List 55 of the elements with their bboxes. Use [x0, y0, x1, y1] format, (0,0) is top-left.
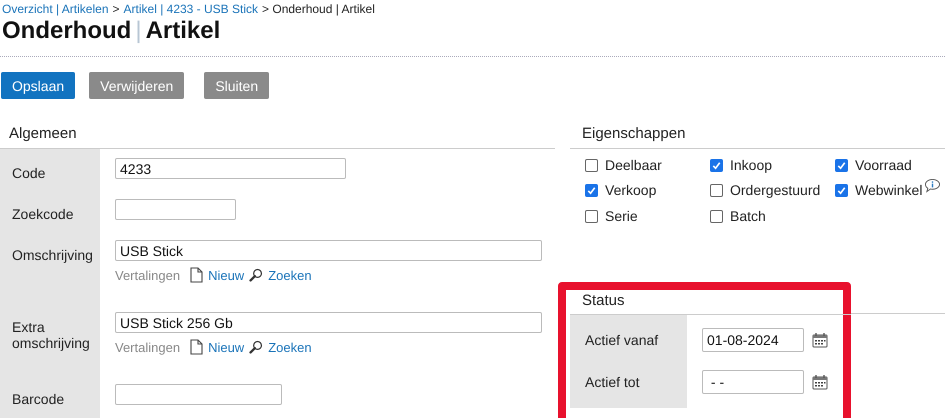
checkbox-label: Voorraad: [855, 157, 912, 173]
field-label: Extra omschrijving: [12, 319, 90, 351]
checkbox[interactable]: [710, 210, 723, 222]
checkbox-label: Serie: [605, 208, 638, 224]
calendar-icon[interactable]: [812, 374, 828, 390]
breadcrumb-link[interactable]: Artikel | 4233 - USB Stick: [124, 2, 258, 16]
translations-label: Vertalingen: [115, 340, 180, 354]
checkbox-label: Batch: [730, 208, 766, 224]
page-title: Onderhoud: [2, 16, 132, 46]
search-icon: [249, 267, 264, 283]
field-label: Actief vanaf: [585, 332, 658, 348]
checkbox[interactable]: [710, 158, 723, 172]
checkbox-label: Inkoop: [730, 157, 772, 173]
new-link[interactable]: Nieuw: [208, 268, 244, 282]
translations-label: Vertalingen: [115, 268, 180, 282]
checkbox-label: Verkoop: [605, 182, 656, 198]
input-field[interactable]: USB Stick 256 Gb: [115, 312, 542, 333]
checkbox[interactable]: [585, 184, 598, 196]
action-button[interactable]: Verwijderen: [89, 72, 184, 99]
date-field[interactable]: 01-08-2024: [702, 328, 804, 352]
field-label: Barcode: [12, 391, 64, 407]
checkbox[interactable]: [835, 184, 848, 196]
action-button[interactable]: Sluiten: [204, 72, 270, 99]
checkbox-label: Webwinkel: [855, 182, 922, 198]
page-subtitle: Artikel: [146, 16, 220, 46]
checkbox-label: Deelbaar: [605, 157, 662, 173]
checkbox[interactable]: [585, 158, 598, 172]
section-title: Status: [581, 291, 626, 311]
input-field[interactable]: USB Stick: [115, 240, 542, 261]
field-label: Omschrijving: [12, 247, 93, 263]
input-field[interactable]: [115, 199, 236, 220]
search-link[interactable]: Zoeken: [268, 340, 312, 354]
field-label: Zoekcode: [12, 206, 74, 222]
document-icon: [189, 339, 204, 355]
breadcrumb-link[interactable]: Overzicht | Artikelen: [2, 2, 108, 16]
info-bubble-icon[interactable]: [924, 178, 942, 192]
section-title: Eigenschappen: [570, 125, 945, 149]
breadcrumb-text: >: [112, 2, 120, 16]
checkbox[interactable]: [835, 158, 848, 172]
search-link[interactable]: Zoeken: [268, 268, 312, 282]
breadcrumb-text: > Onderhoud | Artikel: [262, 2, 375, 16]
field-label: Actief tot: [585, 374, 640, 390]
field-label: Code: [12, 165, 46, 181]
input-field[interactable]: 4233: [115, 158, 346, 179]
calendar-icon[interactable]: [812, 332, 828, 348]
checkbox-label: Ordergestuurd: [730, 182, 820, 198]
date-field[interactable]: - -: [702, 370, 804, 394]
title-separator: |: [135, 16, 142, 46]
new-link[interactable]: Nieuw: [208, 340, 244, 354]
checkbox[interactable]: [710, 184, 723, 196]
checkbox[interactable]: [585, 210, 598, 222]
input-field[interactable]: [115, 384, 282, 405]
action-button[interactable]: Opslaan: [1, 72, 76, 99]
document-icon: [189, 267, 204, 283]
search-icon: [249, 339, 264, 355]
